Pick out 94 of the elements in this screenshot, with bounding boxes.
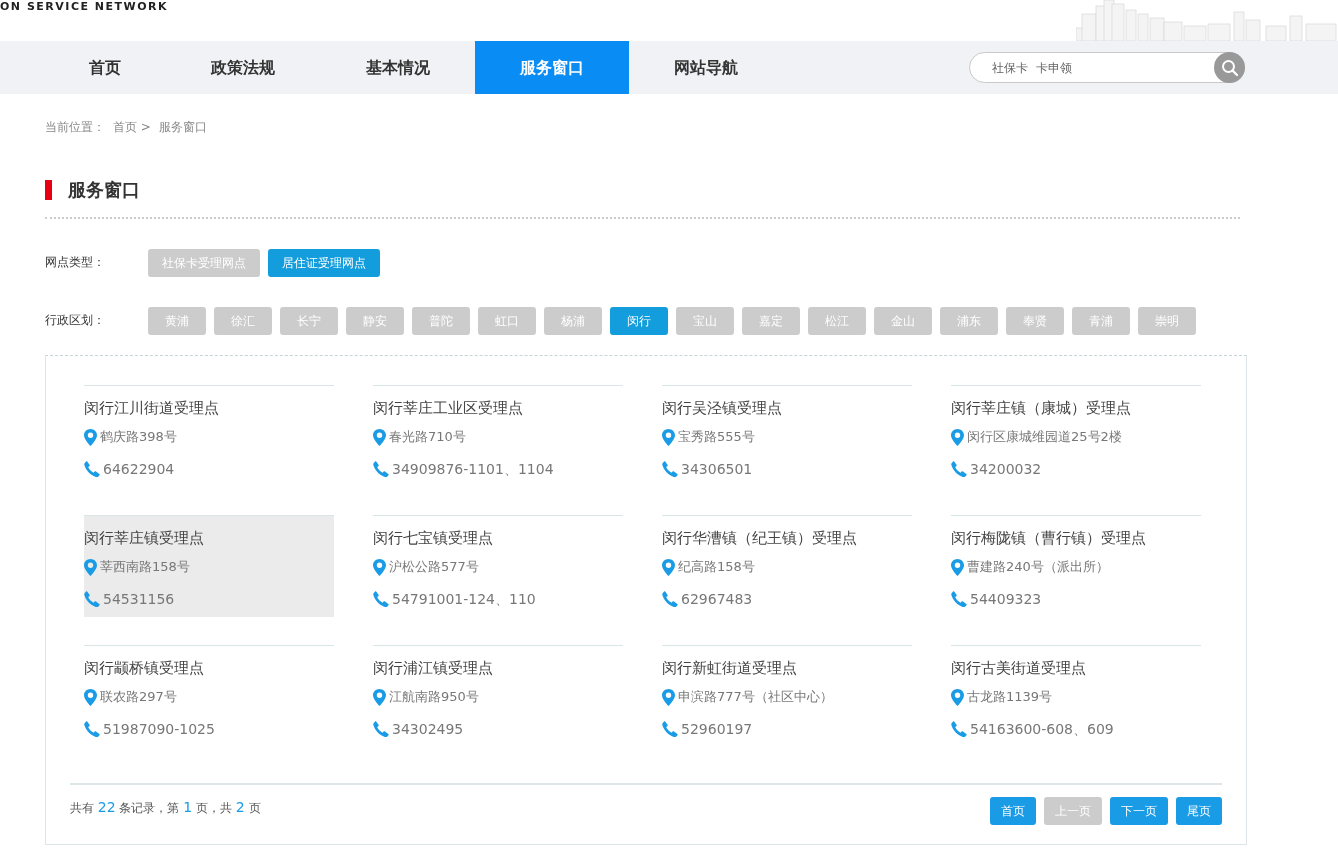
search-input[interactable]: 社保卡 卡申领 — [990, 57, 1214, 78]
service-point-card[interactable]: 闵行浦江镇受理点 江航南路950号 34302495 — [373, 645, 623, 775]
address-text: 鹤庆路398号 — [100, 428, 177, 446]
phone-icon — [662, 461, 678, 477]
nav-tab[interactable]: 首页 — [45, 41, 165, 94]
service-point-card[interactable]: 闵行吴泾镇受理点 宝秀路555号 34306501 — [662, 385, 912, 515]
service-point-card[interactable]: 闵行华漕镇（纪王镇）受理点 纪高路158号 62967483 — [662, 515, 912, 645]
service-point-name: 闵行梅陇镇（曹行镇）受理点 — [951, 528, 1147, 548]
service-point-name: 闵行颛桥镇受理点 — [84, 658, 205, 678]
service-point-name: 闵行江川街道受理点 — [84, 398, 220, 418]
address-text: 莘西南路158号 — [100, 558, 190, 576]
service-point-name: 闵行浦江镇受理点 — [373, 658, 494, 678]
filter-label: 网点类型： — [45, 254, 106, 271]
address-text: 春光路710号 — [389, 428, 466, 446]
nav-tab[interactable]: 服务窗口 — [475, 41, 629, 94]
service-point-card[interactable]: 闵行梅陇镇（曹行镇）受理点 曹建路240号（派出所） 54409323 — [951, 515, 1201, 645]
address-text: 沪松公路577号 — [389, 558, 479, 576]
address-text: 联农路297号 — [100, 688, 177, 706]
service-point-card[interactable]: 闵行莘庄镇受理点 莘西南路158号 54531156 — [84, 515, 334, 617]
nav-tab[interactable]: 基本情况 — [321, 41, 475, 94]
location-pin-icon — [662, 558, 675, 576]
service-point-card[interactable]: 闵行莘庄镇（康城）受理点 闵行区康城维园道25号2楼 34200032 — [951, 385, 1201, 515]
service-point-card[interactable]: 闵行莘庄工业区受理点 春光路710号 34909876-1101、1104 — [373, 385, 623, 515]
address-text: 闵行区康城维园道25号2楼 — [967, 428, 1122, 446]
page-button[interactable]: 首页 — [990, 797, 1036, 825]
service-point-name: 闵行吴泾镇受理点 — [662, 398, 783, 418]
location-pin-icon — [84, 428, 97, 446]
section-title: 服务窗口 — [68, 178, 140, 202]
service-point-card[interactable]: 闵行新虹街道受理点 申滨路777号（社区中心） 52960197 — [662, 645, 912, 775]
service-point-card[interactable]: 闵行古美街道受理点 古龙路1139号 54163600-608、609 — [951, 645, 1201, 775]
service-point-name: 闵行莘庄镇受理点 — [84, 528, 205, 548]
search-button[interactable] — [1214, 52, 1245, 83]
phone-number: 34302495 — [392, 720, 464, 738]
phone-icon — [951, 461, 967, 477]
address-text: 申滨路777号（社区中心） — [678, 688, 833, 706]
phone-icon — [84, 591, 100, 607]
address-text: 曹建路240号（派出所） — [967, 558, 1109, 576]
filter-label: 行政区划： — [45, 312, 106, 329]
service-point-name: 闵行莘庄工业区受理点 — [373, 398, 524, 418]
location-pin-icon — [373, 428, 386, 446]
address-text: 纪高路158号 — [678, 558, 755, 576]
page-button[interactable]: 下一页 — [1110, 797, 1168, 825]
location-pin-icon — [951, 558, 964, 576]
title-marker — [45, 179, 52, 200]
search-field[interactable]: 社保卡 卡申领 — [969, 52, 1245, 83]
phone-icon — [84, 721, 100, 737]
service-point-card[interactable]: 闵行颛桥镇受理点 联农路297号 51987090-1025 — [84, 645, 334, 775]
location-pin-icon — [84, 558, 97, 576]
breadcrumb-link[interactable]: 服务窗口 — [158, 118, 207, 136]
location-pin-icon — [373, 558, 386, 576]
filter-button[interactable]: 闵行 — [610, 307, 668, 335]
breadcrumb-label: 当前位置： — [45, 119, 105, 136]
address-text: 江航南路950号 — [389, 688, 479, 706]
phone-icon — [951, 721, 967, 737]
page-button[interactable]: 尾页 — [1176, 797, 1222, 825]
phone-number: 51987090-1025 — [103, 720, 215, 738]
service-point-card[interactable]: 闵行七宝镇受理点 沪松公路577号 54791001-124、110 — [373, 515, 623, 645]
logo-text: ON SERVICE NETWORK — [0, 0, 169, 14]
location-pin-icon — [951, 428, 964, 446]
phone-number: 34909876-1101、1104 — [392, 460, 554, 478]
nav-tab[interactable]: 网站导航 — [629, 41, 783, 94]
phone-number: 54791001-124、110 — [392, 590, 536, 608]
phone-icon — [662, 591, 678, 607]
phone-icon — [373, 461, 389, 477]
record-summary: 共有 22 条记录，第 1 页，共 2 页 — [70, 798, 261, 817]
phone-number: 52960197 — [681, 720, 753, 738]
search-icon — [1220, 58, 1239, 77]
location-pin-icon — [662, 688, 675, 706]
service-point-name: 闵行古美街道受理点 — [951, 658, 1087, 678]
service-point-name: 闵行莘庄镇（康城）受理点 — [951, 398, 1132, 418]
phone-number: 34200032 — [970, 460, 1042, 478]
phone-icon — [84, 461, 100, 477]
location-pin-icon — [373, 688, 386, 706]
phone-number: 34306501 — [681, 460, 753, 478]
phone-number: 64622904 — [103, 460, 175, 478]
filter-button[interactable]: 居住证受理网点 — [268, 249, 380, 277]
address-text: 古龙路1139号 — [967, 688, 1053, 706]
phone-icon — [373, 591, 389, 607]
service-point-name: 闵行新虹街道受理点 — [662, 658, 798, 678]
location-pin-icon — [662, 428, 675, 446]
location-pin-icon — [951, 688, 964, 706]
phone-number: 54409323 — [970, 590, 1042, 608]
service-point-name: 闵行华漕镇（纪王镇）受理点 — [662, 528, 858, 548]
phone-icon — [662, 721, 678, 737]
nav-tab[interactable]: 政策法规 — [165, 41, 321, 94]
phone-icon — [373, 721, 389, 737]
phone-number: 54163600-608、609 — [970, 720, 1114, 738]
service-point-name: 闵行七宝镇受理点 — [373, 528, 494, 548]
phone-number: 62967483 — [681, 590, 753, 608]
breadcrumb-link[interactable]: 首页 > — [113, 118, 151, 136]
location-pin-icon — [84, 688, 97, 706]
address-text: 宝秀路555号 — [678, 428, 755, 446]
phone-number: 54531156 — [103, 590, 175, 608]
phone-icon — [951, 591, 967, 607]
